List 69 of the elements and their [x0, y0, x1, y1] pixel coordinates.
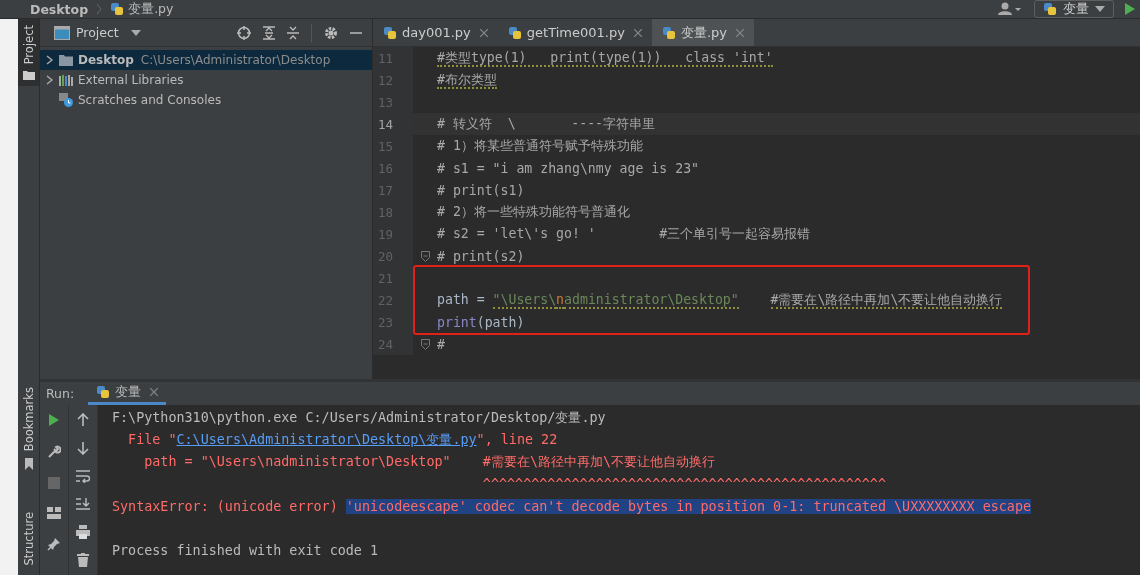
wrench-icon[interactable] [47, 445, 61, 459]
bookmark-icon [23, 457, 34, 470]
python-file-icon [661, 25, 676, 40]
folder-icon [59, 54, 73, 66]
library-icon [59, 74, 73, 86]
code-line: # 转义符 \ ----字符串里 [437, 115, 656, 133]
trash-icon[interactable] [77, 553, 89, 567]
editor-tab[interactable]: getTime001.py [497, 19, 652, 46]
project-view-selector[interactable]: Project [76, 25, 119, 40]
locate-icon[interactable] [237, 25, 251, 40]
console-line: F:\Python310\python.exe C:/Users/Administrator/Desktop/变量.py [112, 409, 606, 427]
python-file-icon [110, 2, 125, 16]
console-line: Process finished with exit code 1 [112, 542, 379, 558]
down-arrow-icon[interactable] [77, 441, 89, 455]
tree-item[interactable]: Scratches and Consoles [40, 90, 372, 110]
code-line: # print(s1) [437, 182, 525, 198]
breadcrumb-folder[interactable]: Desktop [30, 1, 89, 17]
code-line: #类型type(1) print(type(1)) class 'int' [437, 49, 773, 67]
settings-icon[interactable] [324, 25, 338, 40]
rerun-icon[interactable] [48, 413, 60, 427]
run-configuration-dropdown[interactable]: 变量 [1034, 0, 1114, 18]
up-arrow-icon[interactable] [77, 413, 89, 427]
console-line: File "C:\Users\Administrator\Desktop\变量.py", line 22 [127, 431, 558, 449]
code-line: print(path) [437, 314, 525, 330]
close-icon[interactable] [633, 28, 642, 37]
expand-all-icon[interactable] [263, 25, 275, 40]
breadcrumb-file[interactable]: 变量.py [128, 0, 174, 18]
editor-tab[interactable]: 变量.py [651, 19, 754, 46]
layout-icon[interactable] [47, 507, 61, 519]
close-icon[interactable] [479, 28, 488, 37]
project-tool-tab[interactable]: Project [18, 19, 39, 87]
soft-wrap-icon[interactable] [76, 469, 90, 483]
chevron-icon [96, 3, 103, 15]
pin-icon[interactable] [47, 537, 61, 551]
close-icon[interactable] [150, 388, 159, 396]
collapse-all-icon[interactable] [287, 25, 299, 40]
print-icon[interactable] [76, 525, 90, 539]
python-file-icon [383, 25, 397, 40]
console-line: ^^^^^^^^^^^^^^^^^^^^^^^^^^^^^^^^^^^^^^^^^^^^^^^^^^ [481, 476, 886, 492]
tree-item[interactable]: External Libraries [40, 70, 372, 90]
scratch-icon [59, 93, 73, 107]
python-file-icon [96, 385, 111, 399]
code-line: path = "\Users\nadministrator\Desktop" #需要在\路径中再加\不要让他自动换行 [437, 291, 1003, 309]
caret-icon[interactable] [130, 29, 141, 36]
code-line: # s2 = 'let\'s go! ' #三个单引号一起容易报错 [437, 225, 811, 243]
run-icon[interactable] [1124, 2, 1136, 16]
code-line: #布尔类型 [437, 71, 497, 89]
code-line: # 2）将一些特殊功能符号普通化 [437, 203, 630, 221]
folder-icon [22, 70, 35, 81]
fold-icon[interactable] [420, 338, 430, 350]
console-line: SyntaxError: (unicode error) 'unicodeescape' codec can't decode bytes in position 0-1: truncated \UXXXXXXXX escape [112, 498, 1032, 514]
console-line: path = "\Users\nadministrator\Desktop" #需要在\路径中再加\不要让他自动换行 [143, 453, 716, 471]
scroll-to-end-icon[interactable] [76, 497, 90, 511]
code-line: # print(s2) [437, 248, 525, 264]
caret-icon [1095, 6, 1105, 12]
project-view-icon [54, 25, 70, 40]
code-line: # s1 = "i am zhang\nmy age is 23" [437, 160, 699, 176]
fold-icon[interactable] [420, 250, 430, 262]
run-panel-title: Run: [46, 386, 75, 401]
tree-item[interactable]: Desktop C:\Users\Administrator\Desktop [40, 50, 372, 70]
bookmarks-tool-tab[interactable]: Bookmarks [18, 381, 39, 476]
code-line: # [437, 336, 445, 352]
structure-tool-tab[interactable]: Structure [18, 505, 39, 571]
editor-tab[interactable]: day001.py [373, 19, 498, 46]
run-tab[interactable]: 变量 [88, 382, 167, 405]
code-line: # 1）将某些普通符号赋予特殊功能 [437, 137, 643, 155]
python-icon [1043, 2, 1057, 16]
python-file-icon [507, 25, 522, 40]
user-menu-icon[interactable] [998, 2, 1024, 16]
